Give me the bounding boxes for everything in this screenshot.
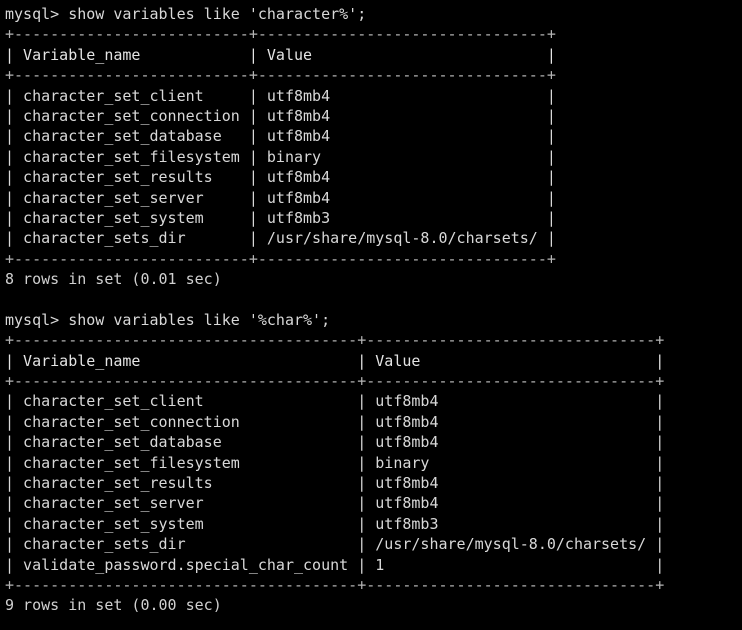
table-header-row: | Variable_name | Value | [5,351,665,370]
table-row: | character_set_connection | utf8mb4 | [5,412,665,431]
terminal-window[interactable]: mysql> show variables like 'character%';… [0,0,742,630]
mysql-prompt-line[interactable]: mysql> show variables like '%char%'; [5,310,742,330]
table-row: | character_set_results | utf8mb4 | [5,473,665,492]
table-row: | validate_password.special_char_count |… [5,555,665,574]
table-row: | character_set_results | utf8mb4 | [5,168,556,187]
table-row: | character_set_connection | utf8mb4 | [5,106,556,125]
table-rule-bottom: +--------------------------------------+… [5,575,665,594]
table-rule-header: +--------------------------------------+… [5,372,665,391]
result-status-line: 9 rows in set (0.00 sec) [5,596,222,615]
table-header-row: | Variable_name | Value | [5,45,556,64]
table-row: | character_set_system | utf8mb3 | [5,514,665,533]
table-row: | character_set_filesystem | binary | [5,147,556,166]
table-row: | character_set_client | utf8mb4 | [5,392,665,411]
table-row: | character_set_server | utf8mb4 | [5,188,556,207]
table-rule-bottom: +--------------------------+------------… [5,249,556,268]
table-rule-top: +--------------------------------------+… [5,331,665,350]
table-row: | character_set_filesystem | binary | [5,453,665,472]
table-row: | character_set_server | utf8mb4 | [5,494,665,513]
table-row: | character_set_client | utf8mb4 | [5,86,556,105]
table-rule-top: +--------------------------+------------… [5,25,556,44]
table-row: | character_set_database | utf8mb4 | [5,433,665,452]
table-row: | character_sets_dir | /usr/share/mysql-… [5,229,556,248]
mysql-prompt-line[interactable]: mysql> show variables like 'character%'; [5,4,742,24]
table-rule-header: +--------------------------+------------… [5,66,556,85]
table-row: | character_sets_dir | /usr/share/mysql-… [5,535,665,554]
result-status-line: 8 rows in set (0.01 sec) [5,270,222,289]
table-row: | character_set_system | utf8mb3 | [5,208,556,227]
table-row: | character_set_database | utf8mb4 | [5,127,556,146]
